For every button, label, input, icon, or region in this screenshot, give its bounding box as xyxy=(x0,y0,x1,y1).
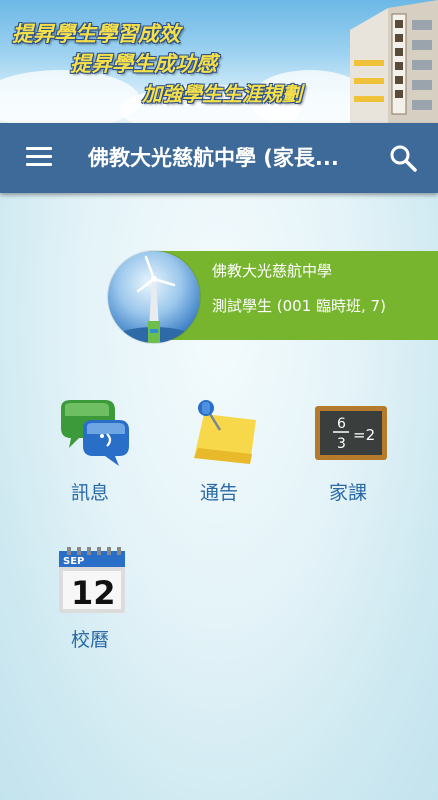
wind-turbine-image xyxy=(114,255,194,343)
chalkboard-denominator: 3 xyxy=(337,436,346,452)
avatar[interactable] xyxy=(108,251,200,343)
hamburger-menu-icon[interactable] xyxy=(26,147,52,169)
menu-item-label: 訊息 xyxy=(70,482,109,504)
calendar-day: 12 xyxy=(71,574,116,612)
chalkboard-numerator: 6 xyxy=(337,416,346,432)
calendar-icon: SEP 12 xyxy=(59,547,125,613)
search-icon[interactable] xyxy=(388,143,418,173)
chalkboard-result: =2 xyxy=(353,426,375,444)
message-bubbles-icon xyxy=(61,400,129,466)
menu-item-messages[interactable]: 訊息 xyxy=(35,398,145,518)
school-building-image xyxy=(350,0,438,123)
menu-item-calendar[interactable]: SEP 12 校曆 xyxy=(35,545,145,665)
profile-student-info: 測試學生 (001 臨時班, 7) xyxy=(212,297,386,315)
header-banner: 提昇學生學習成效 提昇學生成功感 加強學生生涯規劃 xyxy=(0,0,438,123)
menu-item-label: 通告 xyxy=(199,482,238,504)
profile-school-name: 佛教大光慈航中學 xyxy=(212,262,333,280)
menu-item-label: 家課 xyxy=(328,482,367,504)
banner-slogan-2: 提昇學生成功感 xyxy=(70,51,217,76)
app-toolbar: 佛教大光慈航中學 (家長... xyxy=(0,123,438,193)
chalkboard-icon: 6 3 =2 xyxy=(315,406,387,460)
sticky-note-pin-icon xyxy=(194,400,256,464)
calendar-month: SEP xyxy=(63,556,84,567)
banner-slogan-1: 提昇學生學習成效 xyxy=(12,21,180,46)
page-title: 佛教大光慈航中學 (家長... xyxy=(88,146,339,170)
menu-item-label: 校曆 xyxy=(70,629,109,651)
menu-item-notices[interactable]: 通告 xyxy=(164,398,274,518)
banner-slogan-3: 加強學生生涯規劃 xyxy=(142,82,302,106)
menu-item-homework[interactable]: 6 3 =2 家課 xyxy=(293,398,403,518)
